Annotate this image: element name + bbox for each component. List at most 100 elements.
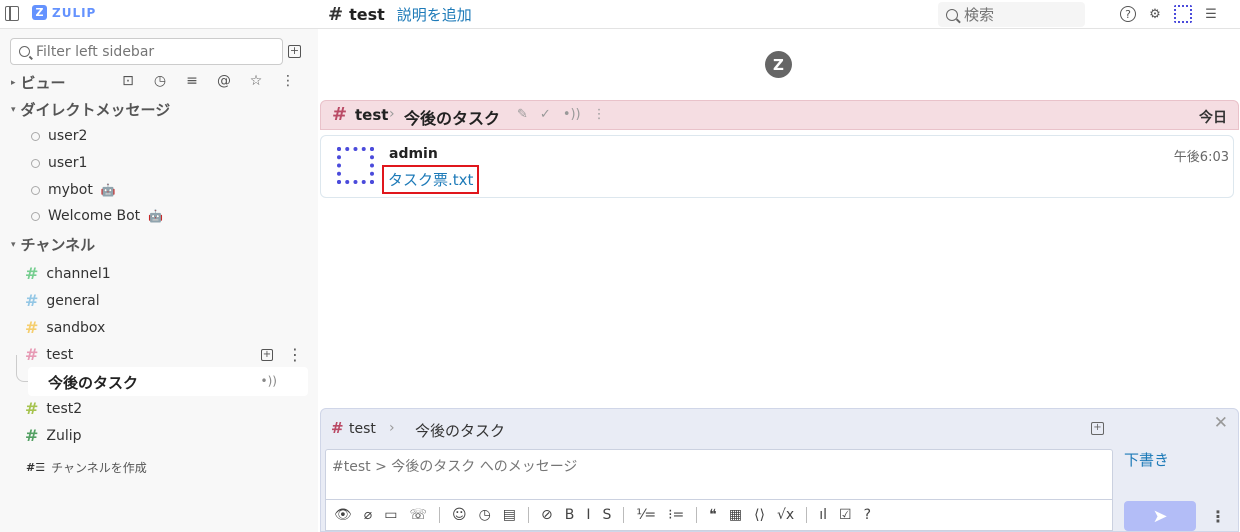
mentions-icon[interactable]: @ [216,73,232,89]
dm-name: user1 [48,155,88,171]
toolbar-divider [806,507,808,523]
new-topic-icon[interactable]: + [261,348,273,361]
help-icon[interactable]: ? [864,507,871,523]
compose-toolbar: 👁 ⌀ ▭ ☏ ☺ ◷ ▤ ⊘ B I S ⅟= ⁝= ❝ ▦ ⟨⟩ √x ıl ☑? [325,500,1113,531]
zulip-logo[interactable]: Z ZULIP [32,5,96,20]
user-avatar-icon[interactable] [1174,5,1192,23]
search-input[interactable] [964,5,1074,24]
starred-icon[interactable]: ☆ [248,73,264,89]
narrow-stream-name[interactable]: test [349,5,385,24]
close-icon[interactable]: ✕ [1214,413,1228,433]
dm-item-user2[interactable]: user2 [31,128,87,144]
toolbar-divider [528,507,530,523]
channel-item-test2[interactable]: # test2 [25,399,82,418]
dm-name: user2 [48,128,88,144]
chart-icon[interactable]: ıl [819,507,827,523]
strikethrough-icon[interactable]: S [603,507,612,523]
topic-actions: ✎ ✓ •)) ⋮ [517,107,606,122]
preview-icon[interactable]: 👁 [334,507,352,523]
channel-item-test[interactable]: # test [25,345,73,364]
channel-name: test [46,346,74,363]
search-icon [946,8,958,21]
search-box[interactable] [938,2,1085,27]
channel-name: general [46,292,100,309]
dm-item-mybot[interactable]: mybot 🤖 [31,182,116,198]
send-button[interactable]: ➤ [1124,501,1196,531]
dm-item-user1[interactable]: user1 [31,155,87,171]
follow-topic-icon[interactable]: •)) [261,374,277,388]
topic-item-active[interactable]: 今後のタスク •)) [28,367,308,396]
channel-item-zulip[interactable]: # Zulip [25,426,82,445]
drafts-link[interactable]: 下書き [1124,449,1169,470]
dm-item-welcome-bot[interactable]: Welcome Bot 🤖 [31,208,163,224]
channel-test-actions: + ⋮ [261,345,303,364]
todo-icon[interactable]: ☑ [839,507,852,523]
code-icon[interactable]: ⟨⟩ [754,507,765,523]
channel-item-general[interactable]: # general [25,291,100,310]
user-list-icon[interactable]: ☰ [1202,5,1220,23]
bullet-list-icon[interactable]: ⁝= [668,507,684,523]
filter-box[interactable] [10,38,283,65]
attachment-link[interactable]: タスク票.txt [388,171,473,189]
inbox-icon[interactable]: ⊡ [120,73,136,89]
top-navbar: Z ZULIP # test 説明を追加 ? ⚙ ☰ [0,0,1240,29]
recipient-topic[interactable]: 今後のタスク [404,105,500,129]
more-icon[interactable]: ⋮ [593,107,606,122]
message-textarea-wrap [325,449,1113,500]
video-call-icon[interactable]: ▭ [384,507,397,523]
bold-icon[interactable]: B [565,507,575,523]
create-channel-icon: #☰ [26,461,46,474]
sender-name[interactable]: admin [389,146,438,162]
sidebar-toggle-icon[interactable] [5,6,19,21]
expand-compose-icon[interactable]: + [1091,422,1104,435]
more-icon[interactable]: ⋮ [280,73,296,89]
gear-icon[interactable]: ⚙ [1146,5,1164,23]
channel-item-channel1[interactable]: # channel1 [25,264,111,283]
italic-icon[interactable]: I [586,507,590,523]
channels-header[interactable]: ▾ チャンネル [11,234,95,255]
more-icon[interactable]: ⋮ [287,345,303,364]
filter-input[interactable] [36,43,276,60]
channel-item-sandbox[interactable]: # sandbox [25,318,105,337]
message-row[interactable]: admin 午後6:03 タスク票.txt [320,135,1234,198]
link-icon[interactable]: ⊘ [541,507,553,523]
create-channel-link[interactable]: #☰ チャンネルを作成 [26,459,147,476]
presence-icon [31,185,40,195]
quote-icon[interactable]: ❝ [709,507,717,523]
edit-topic-icon[interactable]: ✎ [517,107,528,122]
compose-topic-input[interactable]: 今後のタスク [415,420,505,441]
add-icon[interactable]: + [288,45,301,58]
dm-header[interactable]: ▾ ダイレクトメッセージ [11,99,170,120]
compose-stream-select[interactable]: test [349,421,376,437]
channel-name: sandbox [46,319,106,336]
channel-hash-icon: # [25,264,39,283]
attach-icon[interactable]: ⌀ [364,507,372,523]
voice-call-icon[interactable]: ☏ [409,507,427,523]
spoiler-icon[interactable]: ▦ [729,507,742,523]
follow-topic-icon[interactable]: •)) [563,107,581,122]
help-icon[interactable]: ? [1120,6,1136,22]
dm-title: ダイレクトメッセージ [20,101,171,119]
recent-icon[interactable]: ◷ [152,73,168,89]
add-description-link[interactable]: 説明を追加 [397,4,472,25]
numbered-list-icon[interactable]: ⅟= [636,507,656,523]
time-icon[interactable]: ◷ [479,507,491,523]
more-icon[interactable]: ⋮ [1210,507,1226,526]
message-textarea[interactable] [326,450,1112,499]
emoji-icon[interactable]: ☺ [452,507,467,523]
channel-name: Zulip [46,427,82,444]
message-time[interactable]: 午後6:03 [1174,146,1229,165]
views-title: ビュー [20,74,66,92]
recipient-stream[interactable]: test [355,106,388,124]
feed-icon[interactable]: ≡ [184,73,200,89]
chevron-right-icon: › [389,420,395,436]
resolve-topic-icon[interactable]: ✓ [540,107,551,122]
channels-title: チャンネル [20,236,96,254]
math-icon[interactable]: √x [777,507,794,523]
filter-search-icon [19,46,30,57]
presence-icon [31,158,40,168]
dm-name: mybot [48,182,93,198]
views-header[interactable]: ▸ ビュー [11,72,66,93]
poll-icon[interactable]: ▤ [503,507,516,523]
avatar[interactable] [337,147,374,184]
